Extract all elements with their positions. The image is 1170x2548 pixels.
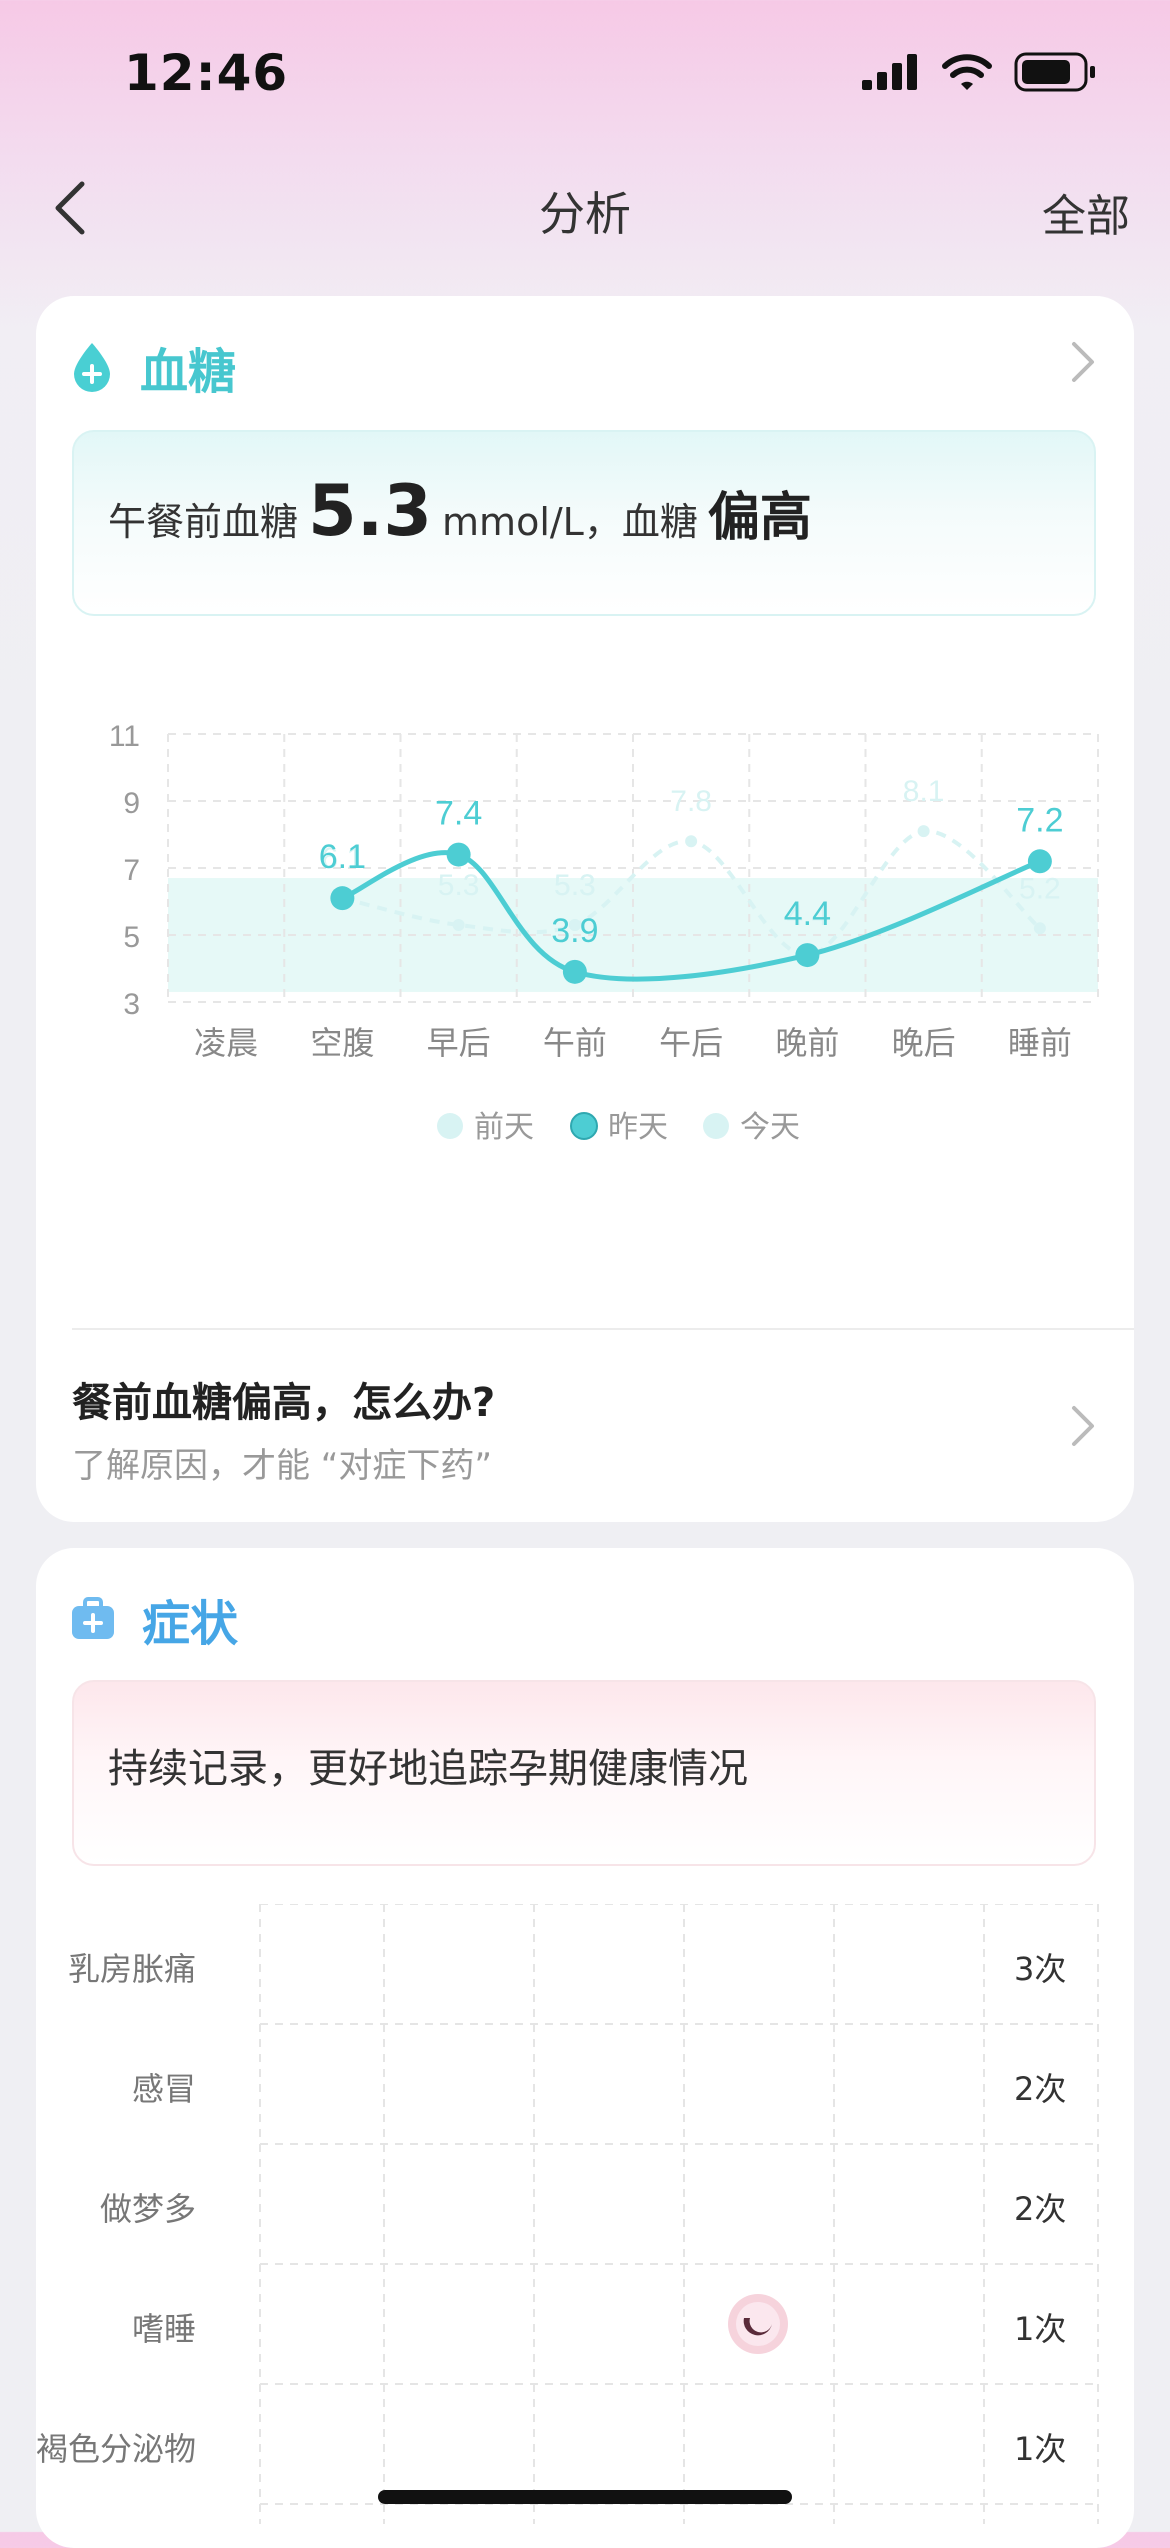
divider bbox=[72, 1328, 1134, 1330]
glucose-line-chart: 11 9 7 5 3 凌晨 空腹 早后 午前 午后 晚前 晚后 睡前 6.1 5.3 5.3 7.8 4.4 8.1… bbox=[109, 720, 1099, 1145]
summary-status: 偏高 bbox=[707, 488, 812, 548]
data-point bbox=[685, 835, 698, 848]
summary-prefix: 午餐前血糖 bbox=[108, 500, 299, 544]
data-label: 7.4 bbox=[435, 795, 482, 833]
symptom-label: 褐色分泌物 bbox=[35, 2430, 196, 2468]
legend-marker bbox=[570, 1112, 598, 1140]
symptom-label: 嗜睡 bbox=[131, 2310, 196, 2348]
data-label: 5.3 bbox=[438, 869, 480, 902]
legend-marker bbox=[703, 1113, 729, 1139]
wifi-icon bbox=[942, 54, 992, 90]
chevron-right-icon[interactable] bbox=[1068, 1404, 1098, 1448]
data-label: 4.4 bbox=[784, 895, 831, 933]
legend-label: 昨天 bbox=[608, 1110, 668, 1145]
tip-subtitle: 了解原因，才能 “对症下药” bbox=[72, 1446, 493, 1486]
x-tick-label: 午后 bbox=[659, 1024, 723, 1062]
page-title: 分析 bbox=[539, 187, 631, 241]
y-tick-label: 11 bbox=[109, 720, 140, 753]
x-tick-label: 凌晨 bbox=[194, 1024, 258, 1062]
summary-unit: mmol/L，血糖 bbox=[442, 500, 698, 544]
data-label: 7.8 bbox=[670, 785, 712, 818]
data-point bbox=[795, 943, 820, 968]
symptoms-grid: 乳房胀痛 3次 感冒 2次 做梦多 2次 嗜睡 1次 褐色分泌物 1次 bbox=[36, 1904, 1134, 2524]
status-time: 12:46 bbox=[124, 44, 289, 102]
data-label: 7.2 bbox=[1016, 801, 1063, 839]
chevron-right-icon[interactable] bbox=[1068, 340, 1098, 384]
x-tick-label: 睡前 bbox=[1008, 1024, 1072, 1062]
status-icons bbox=[862, 52, 1096, 92]
x-tick-label: 晚后 bbox=[892, 1024, 956, 1062]
all-button[interactable]: 全部 bbox=[1042, 180, 1130, 244]
symptoms-banner-text: 持续记录，更好地追踪孕期健康情况 bbox=[108, 1746, 748, 1792]
symptom-count: 3次 bbox=[1014, 1950, 1067, 1988]
glucose-summary: 午餐前血糖 5.3 mmol/L，血糖 偏高 bbox=[72, 430, 1096, 616]
glucose-card: 血糖 午餐前血糖 5.3 mmol/L，血糖 偏高 11 9 7 5 3 凌晨 空腹 早后 午前… bbox=[36, 296, 1134, 1522]
data-point bbox=[562, 959, 587, 984]
data-point bbox=[1033, 922, 1046, 935]
tip-title[interactable]: 餐前血糖偏高，怎么办? bbox=[72, 1370, 495, 1428]
symptoms-banner: 持续记录，更好地追踪孕期健康情况 bbox=[72, 1680, 1096, 1866]
x-tick-label: 早后 bbox=[427, 1024, 491, 1062]
x-tick-label: 空腹 bbox=[310, 1024, 374, 1062]
symptom-count: 1次 bbox=[1014, 2310, 1067, 2348]
symptom-label: 做梦多 bbox=[99, 2190, 196, 2228]
data-point bbox=[452, 918, 465, 931]
symptoms-grid-lines bbox=[259, 1904, 1099, 2524]
symptom-label: 感冒 bbox=[131, 2070, 196, 2108]
summary-value: 5.3 bbox=[308, 470, 433, 552]
y-tick-label: 3 bbox=[123, 988, 140, 1021]
legend-label: 前天 bbox=[474, 1110, 534, 1145]
nav-bar: 分析 全部 bbox=[0, 150, 1170, 270]
status-bar: 12:46 bbox=[0, 0, 1170, 150]
data-label: 5.3 bbox=[554, 869, 596, 902]
symptom-avatar-icon bbox=[728, 2294, 788, 2354]
data-point bbox=[446, 842, 471, 867]
legend-marker bbox=[437, 1113, 463, 1139]
x-tick-label: 午前 bbox=[543, 1024, 607, 1062]
blood-drop-icon bbox=[74, 343, 110, 392]
medical-kit-icon bbox=[72, 1597, 114, 1639]
data-label: 6.1 bbox=[319, 838, 366, 876]
data-label: 3.9 bbox=[551, 912, 598, 950]
symptom-count: 2次 bbox=[1014, 2070, 1067, 2108]
legend-label: 今天 bbox=[740, 1110, 800, 1145]
y-tick-label: 5 bbox=[123, 921, 140, 954]
data-point bbox=[330, 886, 355, 911]
glucose-title: 血糖 bbox=[140, 344, 237, 400]
home-indicator[interactable] bbox=[378, 2490, 792, 2504]
y-tick-label: 9 bbox=[123, 787, 140, 820]
x-tick-label: 晚前 bbox=[775, 1024, 839, 1062]
symptoms-card: 症状 持续记录，更好地追踪孕期健康情况 乳房胀痛 3次 感冒 2次 做梦多 2次… bbox=[36, 1548, 1134, 2548]
cellular-signal-icon bbox=[862, 54, 917, 90]
y-tick-label: 7 bbox=[123, 854, 140, 887]
data-label: 8.1 bbox=[903, 775, 945, 808]
data-label: 5.2 bbox=[1019, 872, 1061, 905]
symptoms-header[interactable]: 症状 bbox=[70, 1584, 238, 1654]
symptom-count: 2次 bbox=[1014, 2190, 1067, 2228]
data-point bbox=[917, 825, 930, 838]
battery-icon bbox=[1014, 52, 1095, 92]
symptoms-title: 症状 bbox=[142, 1596, 239, 1652]
glucose-header[interactable]: 血糖 bbox=[70, 332, 236, 402]
symptom-count: 1次 bbox=[1014, 2430, 1067, 2468]
symptom-label: 乳房胀痛 bbox=[67, 1950, 196, 1988]
data-point bbox=[1027, 849, 1052, 874]
